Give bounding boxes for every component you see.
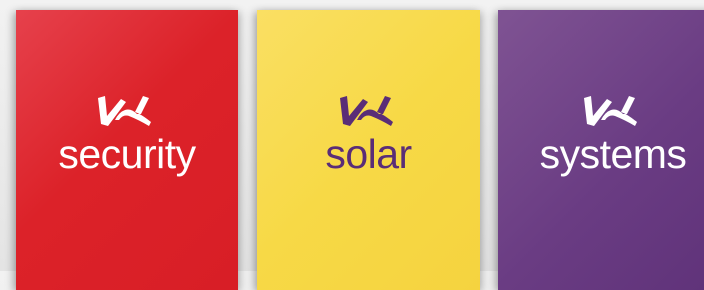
ua-logo-icon (339, 96, 393, 126)
systems-card: systems (498, 10, 704, 290)
card-label: solar (325, 131, 412, 177)
ua-logo-icon (584, 96, 637, 126)
ua-logo-icon (98, 96, 151, 126)
solar-card: solar (257, 10, 480, 290)
card-label: security (58, 131, 196, 177)
security-card: security (16, 10, 238, 290)
card-label: systems (539, 131, 687, 177)
